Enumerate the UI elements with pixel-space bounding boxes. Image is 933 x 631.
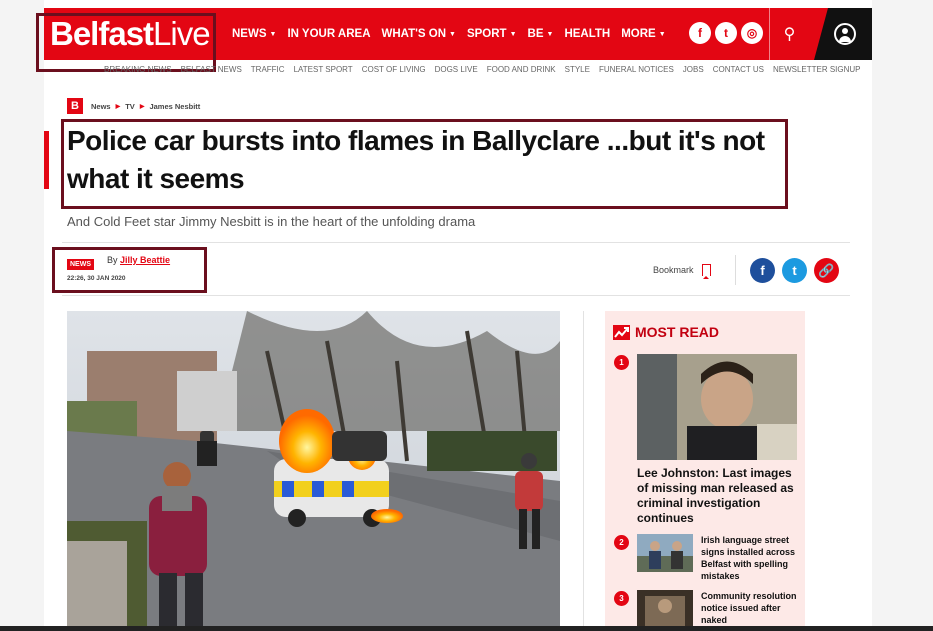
facebook-share-icon[interactable]: f — [750, 258, 775, 283]
logo-highlight-box — [36, 13, 216, 72]
subnav-link[interactable]: BREAKING NEWS — [104, 65, 172, 74]
most-read-heading: MOST READ — [613, 324, 719, 340]
chevron-down-icon: ▼ — [546, 30, 554, 38]
subnav-link[interactable]: LATEST SPORT — [294, 65, 353, 74]
most-read-thumbnail[interactable] — [637, 354, 797, 460]
most-read-headline[interactable]: Lee Johnston: Last images of missing man… — [637, 466, 797, 526]
nav-item-label: SPORT — [466, 28, 507, 40]
most-read-headline[interactable]: Community resolution notice issued after… — [701, 590, 801, 626]
most-read-title: MOST READ — [635, 324, 719, 340]
nav-item-label: HEALTH — [564, 28, 611, 40]
chevron-right-icon: ▶ — [139, 104, 145, 110]
nav-item-label: NEWS — [232, 28, 267, 40]
subnav-link[interactable]: CONTACT US — [713, 65, 764, 74]
nav-item-news[interactable]: NEWS ▼ — [232, 28, 276, 40]
account-icon[interactable] — [834, 23, 856, 45]
breadcrumb-link[interactable]: TV — [125, 102, 135, 111]
social-links: f t ◎ — [689, 22, 763, 44]
most-read-thumbnail[interactable] — [637, 534, 693, 572]
share-separator — [735, 255, 736, 285]
divider — [62, 242, 850, 243]
nav-item-be[interactable]: BE ▼ — [528, 28, 554, 40]
subnav-link[interactable]: TRAFFIC — [251, 65, 285, 74]
facebook-icon[interactable]: f — [689, 22, 711, 44]
nav-item-more[interactable]: MORE ▼ — [621, 28, 665, 40]
breadcrumb-link[interactable]: News — [91, 102, 111, 111]
subnav-link[interactable]: FOOD AND DRINK — [487, 65, 556, 74]
trending-icon — [613, 324, 630, 340]
bookmark-icon — [701, 264, 711, 279]
article-hero-image[interactable] — [67, 311, 560, 631]
page: Belfast Live NEWS ▼ IN YOUR AREA WHAT'S ON ▼ S… — [0, 0, 933, 631]
burning-police-car-photo — [67, 311, 560, 631]
instagram-icon[interactable]: ◎ — [741, 22, 763, 44]
most-read-headline[interactable]: Irish language street signs installed ac… — [701, 534, 801, 582]
nav-item-label: IN YOUR AREA — [287, 28, 371, 40]
subnav-link[interactable]: FUNERAL NOTICES — [599, 65, 674, 74]
chevron-down-icon: ▼ — [509, 30, 517, 38]
search-button[interactable]: ⚲ — [769, 8, 809, 60]
twitter-icon[interactable]: t — [715, 22, 737, 44]
subnav-link[interactable]: STYLE — [565, 65, 590, 74]
subnav-link[interactable]: JOBS — [683, 65, 704, 74]
chevron-down-icon: ▼ — [658, 30, 666, 38]
nav-item-label: WHAT'S ON — [381, 28, 447, 40]
breadcrumb-link[interactable]: James Nesbitt — [149, 102, 200, 111]
article-standfirst: And Cold Feet star Jimmy Nesbitt is in t… — [67, 214, 476, 229]
divider — [62, 295, 850, 296]
subnav-link[interactable]: DOGS LIVE — [435, 65, 478, 74]
search-icon: ⚲ — [783, 26, 796, 43]
nav-item-in-your-area[interactable]: IN YOUR AREA — [287, 28, 370, 40]
bookmark-button[interactable]: Bookmark — [653, 264, 711, 279]
main-nav: NEWS ▼ IN YOUR AREA WHAT'S ON ▼ SPORT ▼ BE ▼ HEAL… — [232, 8, 666, 60]
breadcrumb-logo[interactable]: B — [67, 98, 83, 114]
breadcrumb: News ▶ TV ▶ James Nesbitt — [91, 102, 200, 111]
secondary-nav: BREAKING NEWS BELFAST NEWS TRAFFIC LATEST S… — [104, 65, 861, 74]
rank-badge: 2 — [614, 535, 629, 550]
copy-link-icon[interactable]: 🔗 — [814, 258, 839, 283]
chevron-down-icon: ▼ — [269, 30, 277, 38]
chevron-right-icon: ▶ — [115, 104, 121, 110]
rank-badge: 1 — [614, 355, 629, 370]
nav-item-health[interactable]: HEALTH — [564, 28, 610, 40]
bookmark-label: Bookmark — [653, 265, 694, 275]
account-area[interactable] — [814, 8, 872, 60]
rank-badge: 3 — [614, 591, 629, 606]
nav-item-sport[interactable]: SPORT ▼ — [467, 28, 517, 40]
page-bottom-strip — [0, 626, 933, 631]
most-read-panel: MOST READ 1 Lee Johnston: Last images of… — [605, 311, 805, 631]
subnav-link[interactable]: BELFAST NEWS — [181, 65, 242, 74]
byline-highlight-box — [52, 247, 207, 293]
nav-item-what-s-on[interactable]: WHAT'S ON ▼ — [382, 28, 456, 40]
headline-accent-bar — [44, 131, 49, 189]
column-separator — [583, 311, 584, 631]
most-read-thumbnail[interactable] — [637, 590, 693, 628]
subnav-link[interactable]: NEWSLETTER SIGNUP — [773, 65, 861, 74]
nav-item-label: MORE — [621, 28, 656, 40]
headline-highlight-box — [61, 119, 788, 209]
chevron-down-icon: ▼ — [449, 30, 456, 38]
twitter-share-icon[interactable]: t — [782, 258, 807, 283]
subnav-link[interactable]: COST OF LIVING — [362, 65, 426, 74]
nav-item-label: BE — [527, 28, 544, 40]
